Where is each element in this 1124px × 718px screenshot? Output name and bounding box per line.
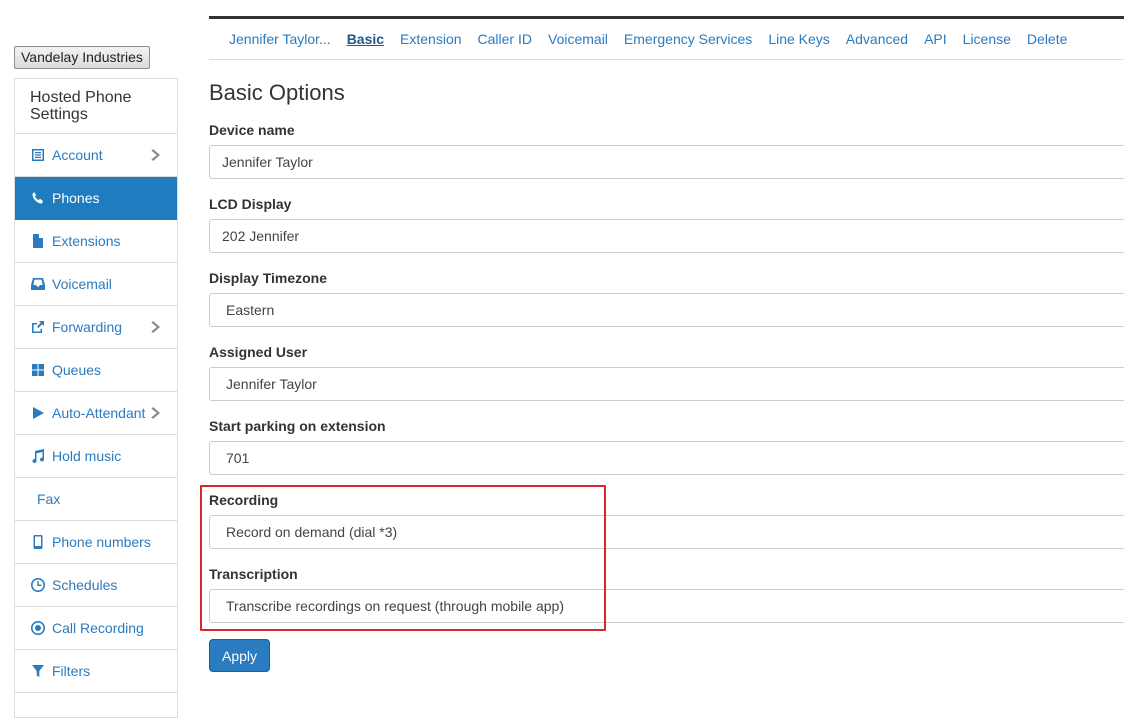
recording-select[interactable]: Record on demand (dial *3) [209, 515, 1124, 549]
chevron-right-icon [151, 320, 161, 334]
sidebar-item-label: Call Recording [52, 620, 144, 636]
company-button[interactable]: Vandelay Industries [14, 46, 150, 69]
sidebar-item-account[interactable]: Account [15, 134, 177, 177]
list-icon [31, 148, 45, 162]
transcription-select[interactable]: Transcribe recordings on request (throug… [209, 589, 1124, 623]
tab-caller-id[interactable]: Caller ID [478, 31, 532, 47]
tab-emergency-services[interactable]: Emergency Services [624, 31, 752, 47]
tab-list: Jennifer Taylor... Basic Extension Calle… [229, 31, 1083, 47]
device-name-input[interactable]: Jennifer Taylor [209, 145, 1124, 179]
chevron-right-icon [151, 148, 161, 162]
sidebar-item-label: Filters [52, 663, 91, 679]
sidebar-item-label: Auto-Attendant [52, 405, 146, 421]
apply-button[interactable]: Apply [209, 639, 270, 672]
display-timezone-select[interactable]: Eastern [209, 293, 1124, 327]
sidebar-item-label: Fax [37, 491, 61, 507]
device-name-label: Device name [209, 122, 295, 138]
tab-voicemail[interactable]: Voicemail [548, 31, 608, 47]
play-icon [31, 406, 45, 420]
sidebar-item-label: Phone numbers [52, 534, 151, 550]
tab-basic[interactable]: Basic [347, 31, 384, 47]
assigned-user-select[interactable]: Jennifer Taylor [209, 367, 1124, 401]
tab-extension[interactable]: Extension [400, 31, 461, 47]
top-navigation-bar: Jennifer Taylor... Basic Extension Calle… [209, 16, 1124, 60]
sidebar: Hosted Phone Settings Account Phones Ext… [14, 78, 178, 718]
sidebar-item-label: Extensions [52, 233, 121, 249]
file-icon [31, 234, 45, 248]
sidebar-item-label: Account [52, 147, 103, 163]
phone-icon [31, 191, 45, 205]
tab-api[interactable]: API [924, 31, 947, 47]
sidebar-item-schedules[interactable]: Schedules [15, 564, 177, 607]
record-icon [31, 621, 45, 635]
start-parking-select[interactable]: 701 [209, 441, 1124, 475]
tab-license[interactable]: License [963, 31, 1011, 47]
sidebar-item-voicemail[interactable]: Voicemail [15, 263, 177, 306]
tab-line-keys[interactable]: Line Keys [768, 31, 829, 47]
sidebar-item-phone-numbers[interactable]: Phone numbers [15, 521, 177, 564]
tab-delete[interactable]: Delete [1027, 31, 1067, 47]
sidebar-item-extensions[interactable]: Extensions [15, 220, 177, 263]
sidebar-title: Hosted Phone Settings [15, 79, 177, 134]
tab-device-name[interactable]: Jennifer Taylor... [229, 31, 331, 47]
inbox-icon [31, 277, 45, 291]
recording-label: Recording [209, 492, 279, 508]
tab-advanced[interactable]: Advanced [846, 31, 908, 47]
assigned-user-label: Assigned User [209, 344, 308, 360]
music-icon [31, 449, 45, 463]
sidebar-item-phones[interactable]: Phones [15, 177, 177, 220]
filter-icon [31, 664, 45, 678]
clock-icon [31, 578, 45, 592]
page-title: Basic Options [209, 80, 345, 105]
share-icon [31, 320, 45, 334]
display-timezone-label: Display Timezone [209, 270, 328, 286]
sidebar-item-filters[interactable]: Filters [15, 650, 177, 693]
sidebar-item-label: Phones [52, 190, 100, 206]
sidebar-item-auto-attendant[interactable]: Auto-Attendant [15, 392, 177, 435]
sidebar-item-label: Voicemail [52, 276, 112, 292]
lcd-display-input[interactable]: 202 Jennifer [209, 219, 1124, 253]
sidebar-item-label: Queues [52, 362, 102, 378]
sidebar-item-queues[interactable]: Queues [15, 349, 177, 392]
sidebar-item-fax[interactable]: Fax [15, 478, 177, 521]
start-parking-label: Start parking on extension [209, 418, 386, 434]
sidebar-item-call-recording[interactable]: Call Recording [15, 607, 177, 650]
lcd-display-label: LCD Display [209, 196, 292, 212]
sidebar-item-label: Hold music [52, 448, 122, 464]
transcription-label: Transcription [209, 566, 298, 582]
chevron-right-icon [151, 406, 161, 420]
sidebar-item-forwarding[interactable]: Forwarding [15, 306, 177, 349]
sidebar-item-hold-music[interactable]: Hold music [15, 435, 177, 478]
grid-icon [31, 363, 45, 377]
sidebar-item-label: Schedules [52, 577, 118, 593]
mobile-icon [31, 535, 45, 549]
sidebar-item-label: Forwarding [52, 319, 123, 335]
